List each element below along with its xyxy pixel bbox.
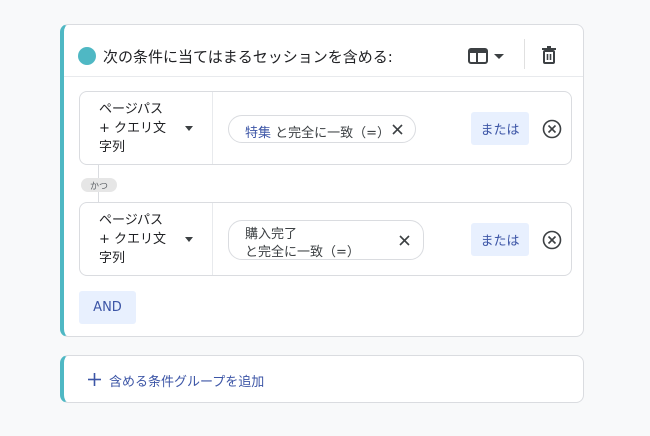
chip-value: 購入完了 — [245, 227, 298, 242]
remove-circle-icon[interactable] — [542, 119, 562, 139]
chip-match-text: と完全に一致（=） — [275, 126, 391, 141]
dimension-label: ページパス + クエリ文 字列 — [99, 102, 167, 155]
caret-down-icon — [185, 237, 193, 242]
scope-dropdown-button[interactable] — [468, 45, 508, 67]
dimension-select[interactable]: ページパス + クエリ文 字列 — [80, 92, 213, 164]
condition-group-card: 次の条件に当てはまるセッションを含める: ページパス + クエリ文 字列 特集 … — [60, 24, 584, 337]
delete-group-button[interactable] — [538, 44, 560, 66]
chip-match-text: と完全に一致（=） — [245, 245, 360, 260]
plus-icon — [88, 373, 101, 386]
header-divider — [524, 39, 525, 69]
close-icon[interactable] — [399, 235, 410, 246]
value-chip[interactable]: 購入完了 と完全に一致（=） — [228, 220, 424, 260]
value-chip[interactable]: 特集 と完全に一致（=） — [228, 115, 416, 143]
condition-row: ページパス + クエリ文 字列 特集 と完全に一致（=） または — [79, 91, 572, 165]
group-color-dot — [78, 47, 96, 65]
and-button[interactable]: AND — [79, 291, 136, 324]
dimension-select[interactable]: ページパス + クエリ文 字列 — [80, 203, 213, 275]
add-condition-group-button[interactable]: 含める条件グループを追加 — [60, 355, 584, 403]
caret-down-icon — [185, 126, 193, 131]
and-connector-badge: かつ — [81, 178, 117, 192]
or-button[interactable]: または — [471, 112, 529, 145]
chip-value: 特集 — [245, 126, 272, 141]
connector-line — [98, 165, 99, 178]
dimension-label: ページパス + クエリ文 字列 — [99, 213, 167, 266]
caret-down-icon — [494, 54, 504, 59]
table-view-icon — [468, 48, 504, 64]
group-title: 次の条件に当てはまるセッションを含める: — [103, 48, 393, 66]
close-icon[interactable] — [392, 124, 403, 135]
condition-row: ページパス + クエリ文 字列 購入完了 と完全に一致（=） または — [79, 202, 572, 276]
or-button[interactable]: または — [471, 223, 529, 256]
trash-icon — [542, 46, 556, 64]
group-header: 次の条件に当てはまるセッションを含める: — [64, 25, 583, 77]
add-group-label: 含める条件グループを追加 — [109, 375, 265, 390]
remove-circle-icon[interactable] — [542, 230, 562, 250]
